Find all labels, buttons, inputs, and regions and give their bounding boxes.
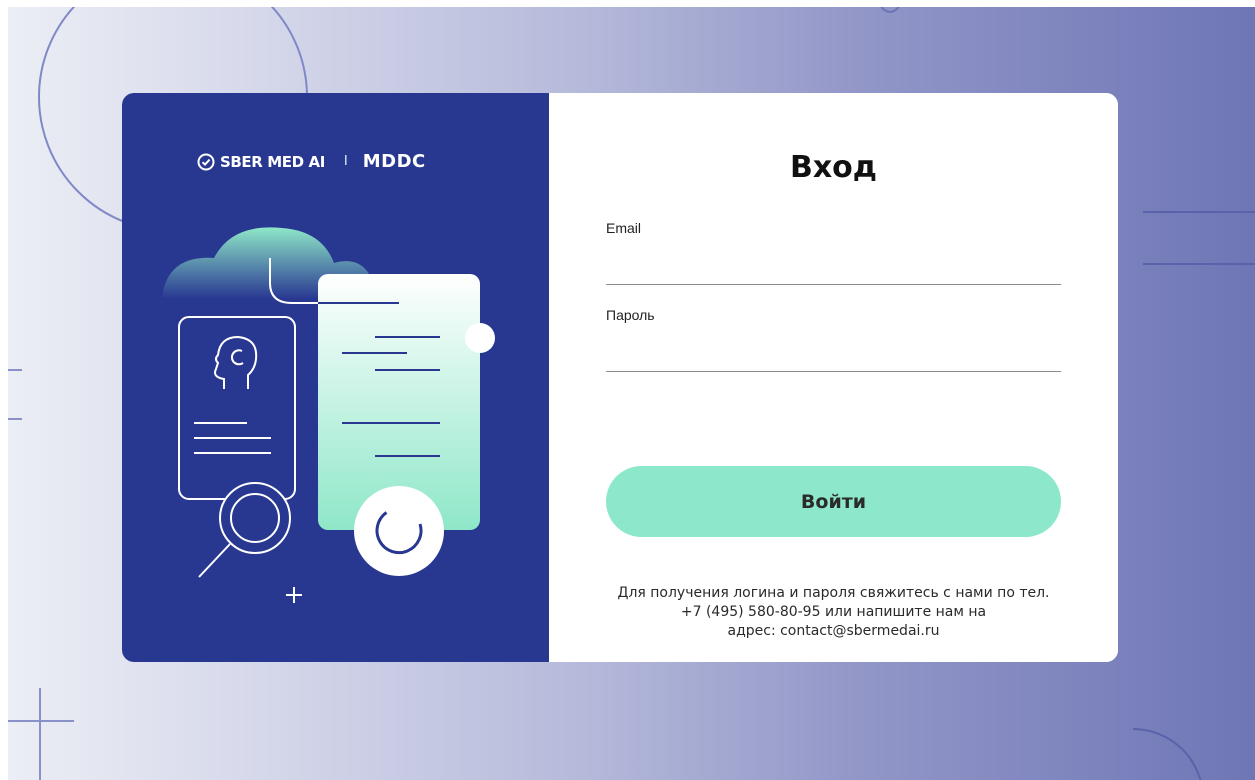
head-profile-icon (214, 335, 258, 389)
password-label: Пароль (606, 307, 655, 323)
email-label: Email (606, 220, 642, 236)
magnifier-icon (198, 482, 291, 578)
plus-icon (286, 587, 302, 603)
loading-spinner-icon (354, 486, 444, 576)
login-form: Вход Email Пароль Войти Для получения ло… (549, 93, 1118, 662)
password-field[interactable] (606, 341, 1061, 372)
contact-line-3: адрес: contact@sbermedai.ru (727, 623, 940, 639)
patient-document (178, 316, 296, 500)
email-field[interactable] (606, 254, 1061, 285)
medical-documents-illustration (162, 227, 495, 603)
contact-line-2: +7 (495) 580-80-95 или напишите нам на (680, 604, 987, 620)
login-title: Вход (789, 150, 878, 185)
login-button[interactable]: Войти (606, 466, 1061, 537)
contact-line-1: Для получения логина и пароля свяжитесь … (617, 585, 1050, 601)
illustration-panel: SBER MED AI I MDDC (122, 93, 549, 662)
login-card: SBER MED AI I MDDC Вход Email Пароль Вой… (122, 93, 1118, 662)
contact-info: Для получения логина и пароля свяжитесь … (549, 584, 1118, 641)
